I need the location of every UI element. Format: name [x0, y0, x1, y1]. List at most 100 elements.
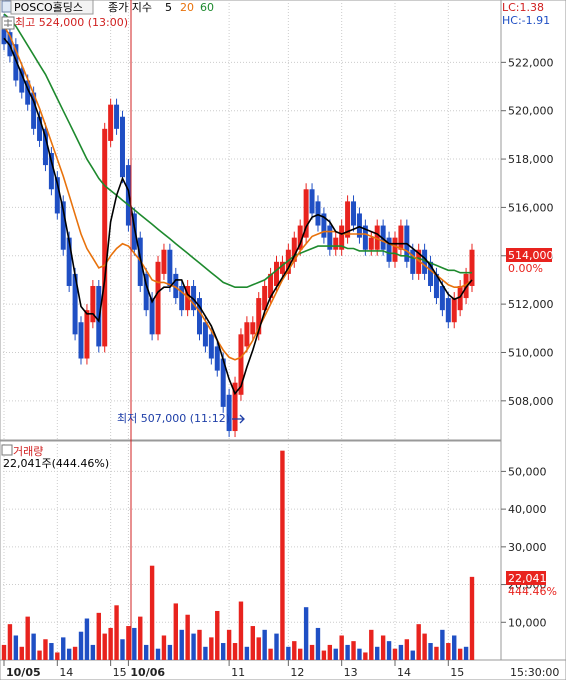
volume-bar: [422, 633, 427, 660]
high-price-label: 최고 524,000 (13:00): [15, 16, 128, 29]
volume-bar: [96, 612, 101, 660]
volume-bar: [380, 635, 386, 660]
price-candle: [149, 298, 155, 335]
volume-bar: [143, 644, 149, 660]
collapse-icon[interactable]: [1, 0, 12, 13]
price-candle: [392, 237, 398, 262]
volume-bar: [392, 648, 398, 660]
volume-bar: [321, 650, 327, 660]
price-candle: [368, 237, 374, 250]
volume-bar: [292, 641, 297, 660]
y-axis-area: [500, 0, 566, 661]
volume-bar: [327, 644, 333, 660]
price-candle: [108, 104, 114, 141]
volume-bar: [31, 633, 36, 660]
volume-bar: [446, 643, 451, 660]
volume-bar: [55, 652, 60, 660]
series-label: 종가 지수: [108, 1, 152, 14]
current-change-label: 0.00%: [508, 262, 543, 275]
volume-bar: [280, 450, 285, 660]
volume-bar: [339, 635, 344, 660]
volume-bar: [434, 646, 439, 660]
price-candle: [155, 261, 161, 335]
volume-bar: [102, 633, 107, 660]
time-label: 15:30:00: [510, 666, 559, 679]
stock-chart: 522,000 520,000 518,000 516,000 514,000 512,0…: [0, 0, 566, 680]
volume-collapse-icon[interactable]: [1, 444, 13, 456]
volume-tick-label: 10,000: [508, 616, 547, 629]
volume-bar: [351, 641, 356, 660]
lc-label: LC:1.38: [502, 1, 544, 14]
volume-bar: [120, 639, 125, 660]
volume-bar: [315, 627, 321, 660]
ma20-period: 20: [180, 1, 194, 14]
volume-bar: [256, 637, 261, 660]
volume-bar: [303, 607, 309, 660]
volume-bar: [345, 644, 350, 660]
hc-label: HC:-1.91: [502, 14, 550, 27]
volume-bar: [309, 644, 315, 660]
time-tick-label: 10/06: [130, 666, 165, 679]
volume-bar: [132, 627, 137, 660]
time-tick-label: 14: [59, 666, 73, 679]
volume-tick-label: 30,000: [508, 541, 547, 554]
volume-panel-frame: [0, 440, 502, 661]
volume-bar: [333, 648, 338, 660]
volume-bar: [84, 618, 90, 660]
volume-bar: [416, 624, 421, 660]
volume-bar: [43, 639, 48, 660]
price-tick-label: 508,000: [508, 395, 554, 408]
price-candle: [214, 346, 220, 371]
stock-name[interactable]: POSCO홀딩스: [14, 1, 83, 14]
volume-bar: [185, 614, 190, 660]
time-tick-label: 13: [344, 666, 358, 679]
volume-tick-label: 40,000: [508, 503, 547, 516]
volume-bar: [61, 637, 66, 660]
volume-bar: [457, 648, 463, 660]
volume-tick-label: 50,000: [508, 465, 547, 478]
price-candle: [102, 128, 108, 347]
volume-bar: [37, 650, 42, 660]
price-candle: [78, 322, 84, 359]
volume-bar: [179, 629, 184, 660]
current-price-label: 514,000: [508, 249, 554, 262]
price-candle: [398, 225, 404, 250]
volume-bar: [244, 646, 250, 660]
price-candle: [439, 285, 445, 311]
volume-bar: [108, 627, 113, 660]
volume-bar: [398, 644, 404, 660]
price-tick-label: 522,000: [508, 56, 554, 69]
price-candle: [351, 201, 357, 226]
volume-bar: [463, 646, 469, 660]
price-candle: [84, 310, 90, 359]
volume-bar: [452, 635, 457, 660]
price-candle: [119, 116, 125, 178]
time-tick-label: 10/05: [6, 666, 41, 679]
price-candle: [451, 298, 457, 323]
ma60-period: 60: [200, 1, 214, 14]
price-candle: [315, 201, 321, 226]
time-tick-label: 11: [231, 666, 245, 679]
volume-bar: [138, 616, 143, 660]
volume-bar: [1, 644, 7, 660]
x-axis-area: [0, 659, 566, 680]
price-panel-frame: [0, 0, 502, 441]
price-candle: [161, 249, 167, 274]
price-candle: [114, 104, 120, 129]
volume-bar: [78, 631, 84, 660]
volume-bar: [215, 610, 220, 660]
volume-bar: [167, 644, 173, 660]
volume-bar: [173, 603, 178, 660]
volume-bar: [369, 629, 374, 660]
price-candle: [244, 322, 250, 347]
low-price-label: 최저 507,000 (11:12): [117, 412, 230, 425]
volume-bar: [114, 605, 119, 660]
price-candle: [202, 322, 208, 347]
volume-bar: [66, 648, 72, 660]
volume-bar: [363, 652, 368, 660]
volume-bar: [90, 644, 96, 660]
volume-bar: [161, 635, 167, 660]
volume-bar: [268, 648, 273, 660]
time-tick-label: 15: [113, 666, 127, 679]
price-tick-label: 516,000: [508, 201, 554, 214]
